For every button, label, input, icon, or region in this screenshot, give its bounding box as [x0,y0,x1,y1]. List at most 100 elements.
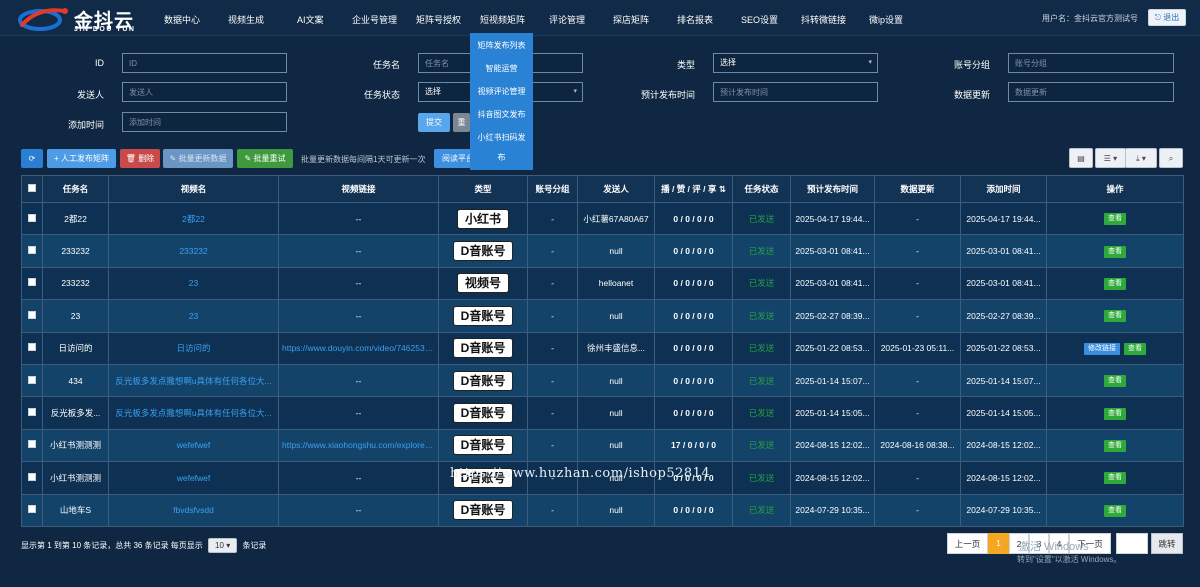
dropdown-item-douyin-image-post[interactable]: 抖音图文发布 [470,109,533,120]
video-name-link[interactable]: 23 [108,299,279,333]
video-url-link[interactable]: https://www.xiaohongshu.com/explore/6... [278,428,439,463]
view-button[interactable]: 查看 [1124,342,1146,355]
row-select-cell[interactable] [21,299,43,333]
view-button[interactable]: 查看 [1104,407,1126,420]
row-select-cell[interactable] [21,493,43,527]
view-button[interactable]: 查看 [1104,504,1126,517]
view-button[interactable]: 查看 [1104,472,1126,485]
video-name-link[interactable]: 2都22 [108,201,279,236]
type-select[interactable]: 选择 ▾ [713,53,878,73]
batch-retry-button[interactable]: ✎ 批量重试 [237,149,293,168]
select-all-cell[interactable] [21,175,43,203]
nav-matrix-auth[interactable]: 矩阵号授权 [416,13,461,26]
video-name-link[interactable]: 23 [108,266,279,301]
row-select-cell[interactable] [21,201,43,236]
row-checkbox[interactable] [28,375,36,384]
view-button[interactable]: 查看 [1104,277,1126,290]
sender-input[interactable] [122,82,287,102]
view-button[interactable]: 查看 [1104,213,1126,226]
logout-button[interactable]: ⎋ 退出 [1148,9,1186,26]
row-select-cell[interactable] [21,363,43,398]
read-platform-button[interactable]: 阅读平台 [434,149,474,168]
table-row[interactable]: 小红书测测测 wefefwef https://www.xiaohongshu.co… [21,428,1184,463]
video-name-link[interactable]: wefefwef [108,428,279,463]
nav-short-video-matrix[interactable]: 短视频矩阵 [480,13,525,26]
row-select-cell[interactable] [21,331,43,365]
edit-link-button[interactable]: 修改链接 [1084,342,1120,355]
nav-enterprise-account[interactable]: 企业号管理 [352,13,397,26]
table-row[interactable]: 反光板多发... 反光板多发点撒想啊u具体有任何各位大... -- D音账号 - null… [21,396,1184,430]
view-button[interactable]: 查看 [1104,375,1126,388]
view-button[interactable]: 查看 [1104,439,1126,452]
video-name-link[interactable]: 反光板多发点撒想啊u具体有任何各位大... [108,363,279,398]
data-update-input[interactable] [1008,82,1174,102]
id-input[interactable] [122,53,287,73]
dropdown-item-matrix-list[interactable]: 矩阵发布列表 [470,40,533,51]
nav-store-matrix[interactable]: 探店矩阵 [613,13,649,26]
export-button[interactable]: ⤓ ▾ [1125,148,1157,168]
view-button[interactable]: 查看 [1104,245,1126,258]
select-all-checkbox[interactable] [28,184,36,192]
nav-ip-settings[interactable]: 微ip设置 [869,13,903,26]
view-button[interactable]: 查看 [1104,310,1126,323]
dropdown-item-smart-ops[interactable]: 智能运营 [470,63,533,74]
table-row[interactable]: 23 23 -- D音账号 - null 0 / 0 / 0 / 0 已发送 2025-02-2… [21,299,1184,333]
row-checkbox[interactable] [28,278,36,287]
video-name-link[interactable]: wefefwef [108,461,279,495]
nav-data-center[interactable]: 数据中心 [164,13,200,26]
row-checkbox[interactable] [28,310,36,319]
table-row[interactable]: 233232 23 -- 视频号 - helloanet 0 / 0 / 0 / 0 已发送 2… [21,266,1184,301]
refresh-button[interactable]: ⟳ [21,149,43,168]
table-row[interactable]: 山地车S fbvdsfvsdd -- D音账号 - null 0 / 0 / 0 / 0 已发… [21,493,1184,527]
batch-update-button[interactable]: ✎ 批量更新数据 [163,149,233,168]
nav-ranking-report[interactable]: 排名报表 [677,13,713,26]
table-row[interactable]: 2都22 2都22 -- 小红书 - 小红薯67A80A67 0 / 0 / 0 / 0 已发… [21,201,1184,236]
row-checkbox[interactable] [28,213,36,222]
row-select-cell[interactable] [21,428,43,463]
account-group-input[interactable] [1008,53,1174,73]
row-checkbox[interactable] [28,246,36,255]
row-checkbox[interactable] [28,505,36,514]
row-checkbox[interactable] [28,408,36,417]
reset-button[interactable]: 重 [453,113,470,132]
table-row[interactable]: 233232 233232 -- D音账号 - null 0 / 0 / 0 / 0 已发送 2… [21,234,1184,268]
video-name-link[interactable]: fbvdsfvsdd [108,493,279,527]
top-navbar: 金抖云 JIN DOU YUN 数据中心 视频生成 AI文案 企业号管理 矩阵号… [0,0,1200,36]
dropdown-item-video-comments[interactable]: 视频评论管理 [470,86,533,97]
column-header-sortable[interactable]: 播 / 赞 / 评 / 享 ⇅ [654,175,733,203]
add-manual-matrix-button[interactable]: + 人工发布矩阵 [47,149,116,168]
dropdown-item-xhs-scan-post[interactable]: 小红书扫码发 [470,132,533,143]
prev-page-button[interactable]: 上一页 [947,533,988,554]
row-select-cell[interactable] [21,266,43,301]
table-row[interactable]: 434 反光板多发点撒想啊u具体有任何各位大... -- D音账号 - null 0 / 0… [21,363,1184,398]
row-select-cell[interactable] [21,396,43,430]
delete-button[interactable]: 🗑 删除 [120,149,160,168]
nav-seo-settings[interactable]: SEO设置 [741,13,778,26]
row-checkbox[interactable] [28,343,36,352]
row-checkbox[interactable] [28,440,36,449]
video-name-link[interactable]: 233232 [108,234,279,268]
jump-button[interactable]: 跳转 [1151,533,1183,554]
dropdown-item-xhs-scan-post-cont[interactable]: 布 [470,152,533,163]
per-page-select[interactable]: 10 ▾ [208,538,238,553]
columns-toggle-button[interactable]: ▤ [1069,148,1093,168]
nav-video-generate[interactable]: 视频生成 [228,13,264,26]
row-select-cell[interactable] [21,461,43,495]
submit-button[interactable]: 提交 [418,113,450,132]
added-time-input[interactable] [122,112,287,132]
nav-douyin-wechat-link[interactable]: 抖转微链接 [801,13,846,26]
list-view-button[interactable]: ☰ ▾ [1095,148,1126,168]
video-url-link[interactable]: https://www.douyin.com/video/74625347... [278,331,439,365]
nav-ai-copy[interactable]: AI文案 [297,13,324,26]
schedule-time-input[interactable] [713,82,878,102]
video-name-link[interactable]: 日访问的 [108,331,279,365]
page-button-active[interactable]: 1 [988,533,1009,554]
jump-page-input[interactable] [1116,533,1148,554]
row-select-cell[interactable] [21,234,43,268]
row-checkbox[interactable] [28,472,36,481]
search-button[interactable]: ⌕ [1159,148,1183,168]
nav-comment-manage[interactable]: 评论管理 [549,13,585,26]
table-row[interactable]: 日访问的 日访问的 https://www.douyin.com/video/746… [21,331,1184,365]
video-name-link[interactable]: 反光板多发点撒想啊u具体有任何各位大... [108,396,279,430]
logo[interactable]: 金抖云 JIN DOU YUN [18,4,138,34]
